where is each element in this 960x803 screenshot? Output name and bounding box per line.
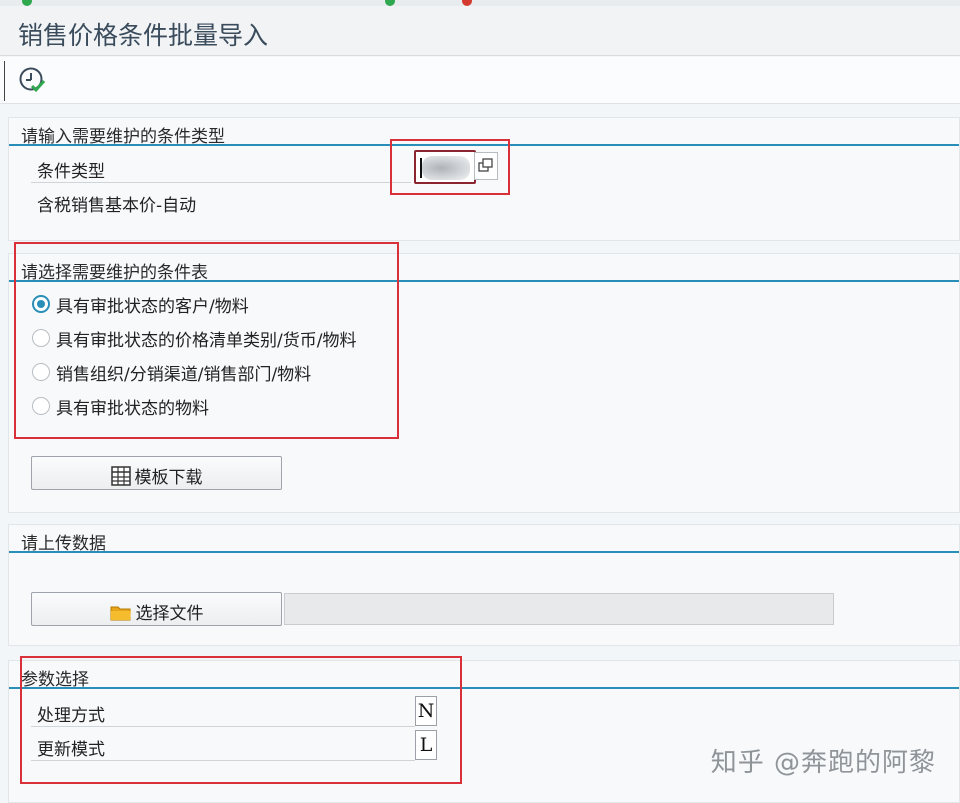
parameters-section: 参数选择: [8, 660, 960, 803]
radio-label: 具有审批状态的客户/物料: [56, 297, 249, 317]
section-divider: [9, 687, 959, 689]
radio-label: 具有审批状态的物料: [56, 399, 209, 419]
update-mode-input[interactable]: L: [415, 730, 437, 760]
radio-unselected-icon: [32, 329, 50, 347]
template-download-button[interactable]: 模板下载: [31, 456, 282, 490]
processing-mode-input[interactable]: N: [415, 696, 437, 726]
condition-type-description: 含税销售基本价-自动: [37, 196, 197, 216]
folder-icon: [110, 604, 132, 627]
field-underline: [31, 760, 415, 761]
value-help-icon: [478, 158, 493, 172]
spreadsheet-icon: [110, 466, 131, 491]
radio-unselected-icon: [32, 397, 50, 415]
watermark-text: 知乎 @奔跑的阿黎: [710, 748, 936, 778]
execute-button[interactable]: [18, 66, 46, 94]
button-label: 选择文件: [135, 604, 204, 624]
page-title: 销售价格条件批量导入: [18, 21, 269, 50]
processing-mode-label: 处理方式: [37, 706, 105, 726]
field-underline: [31, 182, 411, 183]
radio-selected-icon: [32, 295, 50, 313]
choose-file-button[interactable]: 选择文件: [31, 592, 282, 626]
button-label: 模板下载: [134, 468, 203, 488]
value-help-button[interactable]: [474, 152, 498, 180]
field-underline: [31, 726, 415, 727]
condition-type-label: 条件类型: [37, 162, 105, 182]
section-divider: [9, 280, 959, 282]
radio-unselected-icon: [32, 363, 50, 381]
upload-section: 请上传数据: [8, 524, 960, 646]
radio-label: 销售组织/分销渠道/销售部门/物料: [56, 365, 312, 385]
file-path-field[interactable]: [284, 593, 834, 625]
execute-clock-check-icon: [19, 67, 46, 93]
title-bar: 销售价格条件批量导入: [0, 6, 960, 56]
redacted-value: [422, 156, 470, 180]
toolbar-separator: [4, 61, 5, 101]
application-toolbar: [0, 57, 960, 104]
update-mode-label: 更新模式: [37, 740, 105, 760]
section-divider: [9, 144, 959, 146]
section-divider: [9, 551, 959, 553]
radio-label: 具有审批状态的价格清单类别/货币/物料: [56, 331, 357, 351]
condition-type-input[interactable]: [414, 150, 476, 184]
